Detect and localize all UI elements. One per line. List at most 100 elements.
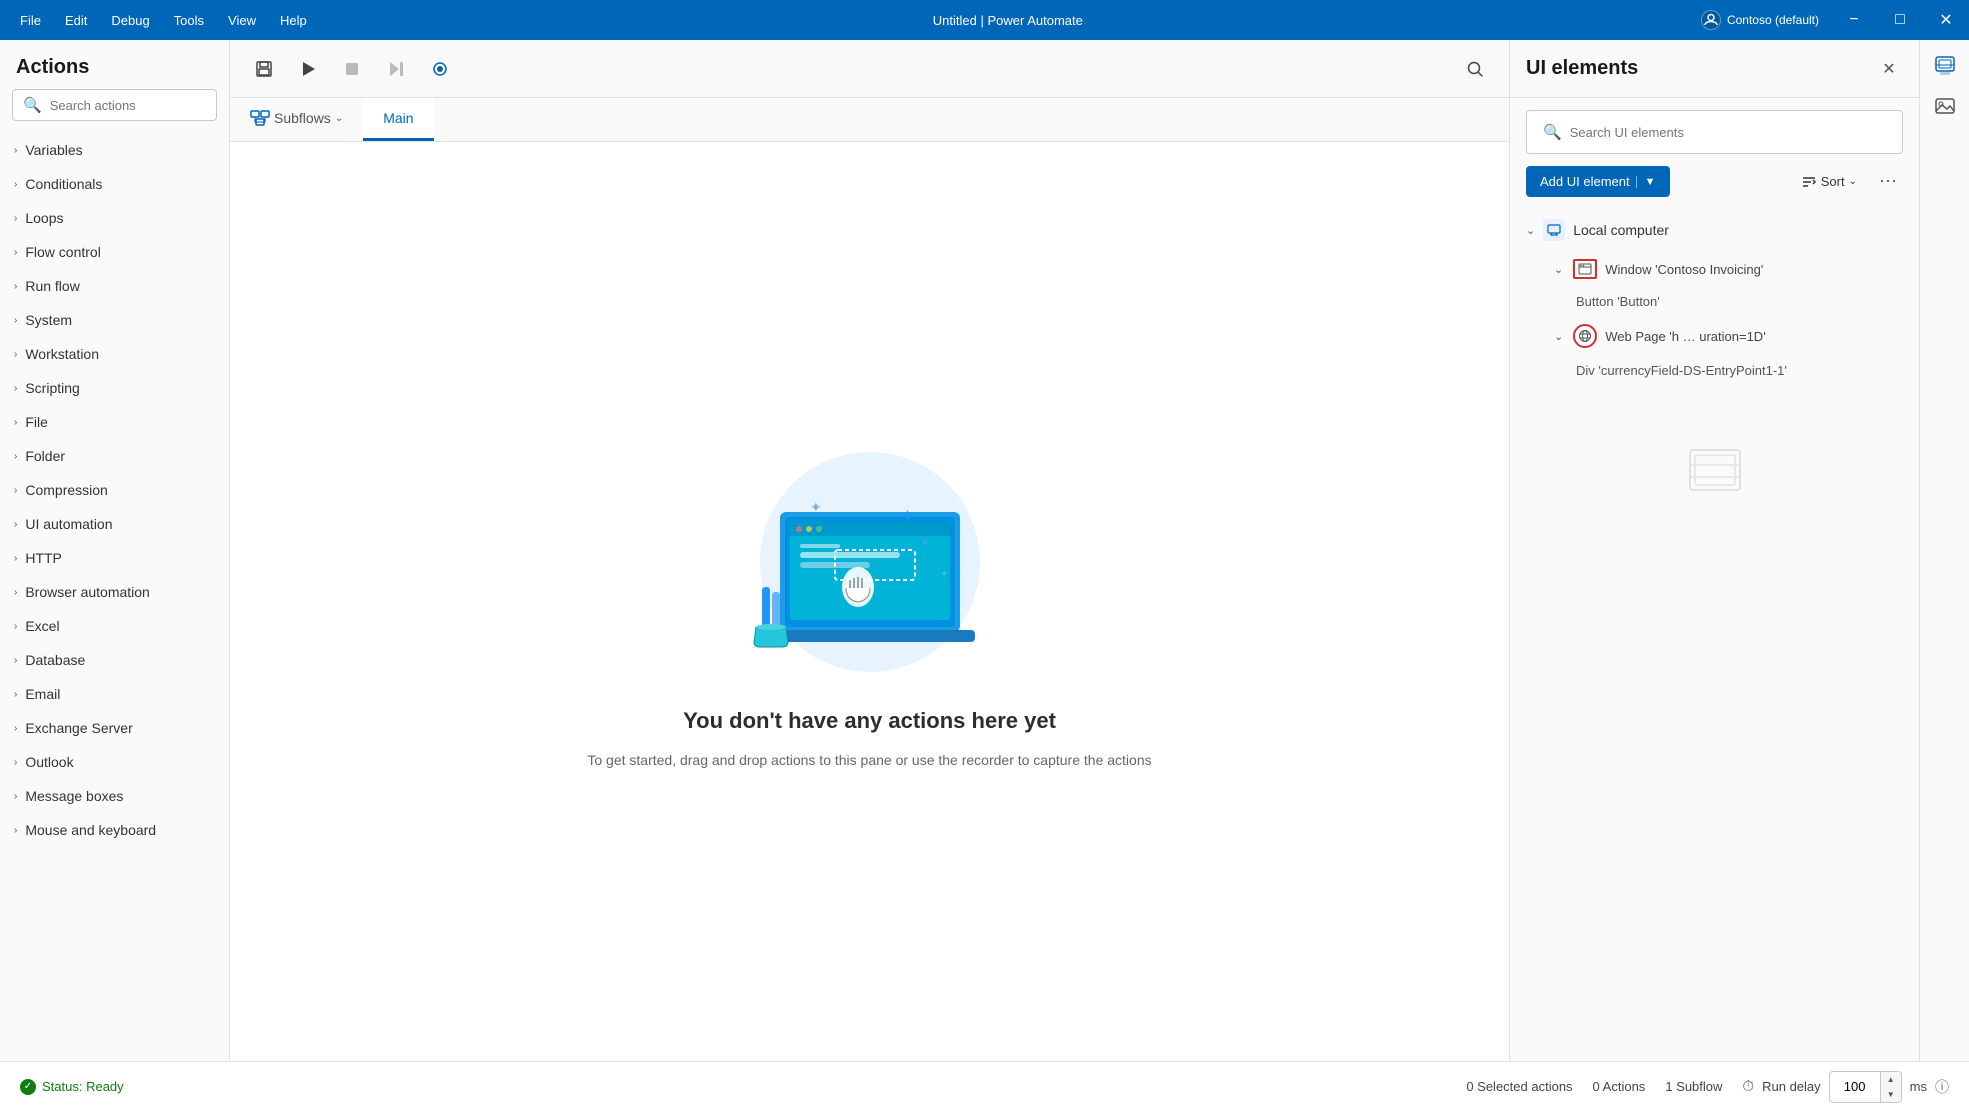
action-group-label: Conditionals: [25, 176, 102, 192]
record-button[interactable]: [422, 51, 458, 87]
tab-subflows[interactable]: Subflows ⌄: [230, 98, 363, 141]
subflows-icon: [250, 110, 270, 126]
action-group-message-boxes[interactable]: › Message boxes: [0, 779, 229, 813]
action-group-label: Email: [25, 686, 60, 702]
action-group-workstation[interactable]: › Workstation: [0, 337, 229, 371]
action-group-ui-automation[interactable]: › UI automation: [0, 507, 229, 541]
empty-illustration: ✦ ✦ ✦ ✦: [710, 432, 1030, 692]
chevron-down-icon: ⌄: [1554, 330, 1563, 343]
action-group-conditionals[interactable]: › Conditionals: [0, 167, 229, 201]
action-group-label: Run flow: [25, 278, 79, 294]
save-icon: [254, 59, 274, 79]
step-icon: [386, 59, 406, 79]
menu-debug[interactable]: Debug: [99, 0, 161, 40]
chevron-right-icon: ›: [14, 757, 17, 768]
user-avatar: [1701, 10, 1721, 30]
info-icon[interactable]: ⓘ: [1935, 1077, 1949, 1097]
step-button[interactable]: [378, 51, 414, 87]
menu-view[interactable]: View: [216, 0, 268, 40]
action-group-label: File: [25, 414, 48, 430]
add-ui-element-button[interactable]: Add UI element ▼: [1526, 166, 1670, 197]
action-group-label: Excel: [25, 618, 59, 634]
sort-button[interactable]: Sort ⌄: [1793, 168, 1865, 196]
action-group-email[interactable]: › Email: [0, 677, 229, 711]
webpage-icon: [1573, 324, 1597, 348]
stop-button[interactable]: [334, 51, 370, 87]
action-group-database[interactable]: › Database: [0, 643, 229, 677]
image-panel-toggle[interactable]: [1927, 88, 1963, 124]
action-group-label: Workstation: [25, 346, 99, 362]
app-body: Actions 🔍 › Variables › Conditionals › L…: [0, 40, 1969, 1061]
icon-strip: [1919, 40, 1969, 1061]
minimize-button[interactable]: −: [1831, 0, 1877, 40]
empty-title: You don't have any actions here yet: [683, 708, 1056, 734]
menu-edit[interactable]: Edit: [53, 0, 99, 40]
action-group-loops[interactable]: › Loops: [0, 201, 229, 235]
action-group-compression[interactable]: › Compression: [0, 473, 229, 507]
run-icon: [298, 59, 318, 79]
stop-icon: [342, 59, 362, 79]
tree-sub-item-button[interactable]: Button 'Button': [1510, 287, 1919, 316]
layers-icon: [1685, 445, 1745, 500]
action-group-label: Exchange Server: [25, 720, 132, 736]
panel-close-button[interactable]: ✕: [1875, 55, 1903, 83]
menu-file[interactable]: File: [8, 0, 53, 40]
action-group-scripting[interactable]: › Scripting: [0, 371, 229, 405]
tree-item-window[interactable]: ⌄ Window 'Contoso Invoicing': [1510, 251, 1919, 287]
tree-item-webpage[interactable]: ⌄ Web Page 'h … uration=1D': [1510, 316, 1919, 356]
search-actions-input[interactable]: [50, 98, 206, 113]
add-ui-element-label: Add UI element: [1540, 174, 1630, 189]
maximize-button[interactable]: □: [1877, 0, 1923, 40]
action-group-excel[interactable]: › Excel: [0, 609, 229, 643]
action-group-file[interactable]: › File: [0, 405, 229, 439]
more-options-button[interactable]: ⋯: [1873, 167, 1903, 197]
canvas-toolbar: [230, 40, 1509, 98]
chevron-down-icon: ⌄: [335, 113, 343, 124]
close-button[interactable]: ✕: [1923, 0, 1969, 40]
tree-group-local-computer[interactable]: ⌄ Local computer: [1510, 209, 1919, 251]
search-canvas-button[interactable]: [1457, 51, 1493, 87]
run-delay-input[interactable]: [1830, 1075, 1880, 1098]
actions-list: › Variables › Conditionals › Loops › Flo…: [0, 133, 229, 1061]
titlebar-menus: File Edit Debug Tools View Help: [0, 0, 327, 40]
action-group-browser-automation[interactable]: › Browser automation: [0, 575, 229, 609]
search-ui-elements-input[interactable]: [1570, 125, 1886, 140]
action-group-variables[interactable]: › Variables: [0, 133, 229, 167]
save-button[interactable]: [246, 51, 282, 87]
action-group-http[interactable]: › HTTP: [0, 541, 229, 575]
run-delay-up-arrow[interactable]: ▲: [1881, 1072, 1901, 1087]
run-delay-input-wrap: ▲ ▼: [1829, 1071, 1902, 1103]
titlebar: File Edit Debug Tools View Help Untitled…: [0, 0, 1969, 40]
actions-search-bar[interactable]: 🔍: [12, 89, 217, 121]
tree-sub-item-div[interactable]: Div 'currencyField-DS-EntryPoint1-1': [1510, 356, 1919, 385]
add-ui-element-dropdown-arrow[interactable]: ▼: [1636, 176, 1656, 188]
action-group-exchange-server[interactable]: › Exchange Server: [0, 711, 229, 745]
chevron-right-icon: ›: [14, 383, 17, 394]
action-group-outlook[interactable]: › Outlook: [0, 745, 229, 779]
user-account[interactable]: Contoso (default): [1689, 10, 1831, 30]
action-group-run-flow[interactable]: › Run flow: [0, 269, 229, 303]
status-text: Status: Ready: [42, 1079, 124, 1094]
action-group-mouse-keyboard[interactable]: › Mouse and keyboard: [0, 813, 229, 847]
run-delay-down-arrow[interactable]: ▼: [1881, 1087, 1901, 1102]
action-group-flow-control[interactable]: › Flow control: [0, 235, 229, 269]
ui-elements-tree: ⌄ Local computer ⌄: [1510, 209, 1919, 1061]
menu-help[interactable]: Help: [268, 0, 319, 40]
menu-tools[interactable]: Tools: [162, 0, 216, 40]
window-label: Window 'Contoso Invoicing': [1605, 262, 1763, 277]
chevron-right-icon: ›: [14, 553, 17, 564]
tab-main[interactable]: Main: [363, 98, 433, 141]
action-group-label: HTTP: [25, 550, 62, 566]
action-group-label: Loops: [25, 210, 63, 226]
chevron-right-icon: ›: [14, 485, 17, 496]
canvas-area: Subflows ⌄ Main: [230, 40, 1509, 1061]
chevron-right-icon: ›: [14, 621, 17, 632]
ui-elements-panel-toggle[interactable]: [1927, 48, 1963, 84]
run-delay-container: ⏱ Run delay ▲ ▼ ms ⓘ: [1742, 1071, 1949, 1103]
chevron-right-icon: ›: [14, 349, 17, 360]
action-group-label: Flow control: [25, 244, 100, 260]
ui-elements-search-bar[interactable]: 🔍: [1526, 110, 1903, 154]
action-group-folder[interactable]: › Folder: [0, 439, 229, 473]
action-group-system[interactable]: › System: [0, 303, 229, 337]
run-button[interactable]: [290, 51, 326, 87]
